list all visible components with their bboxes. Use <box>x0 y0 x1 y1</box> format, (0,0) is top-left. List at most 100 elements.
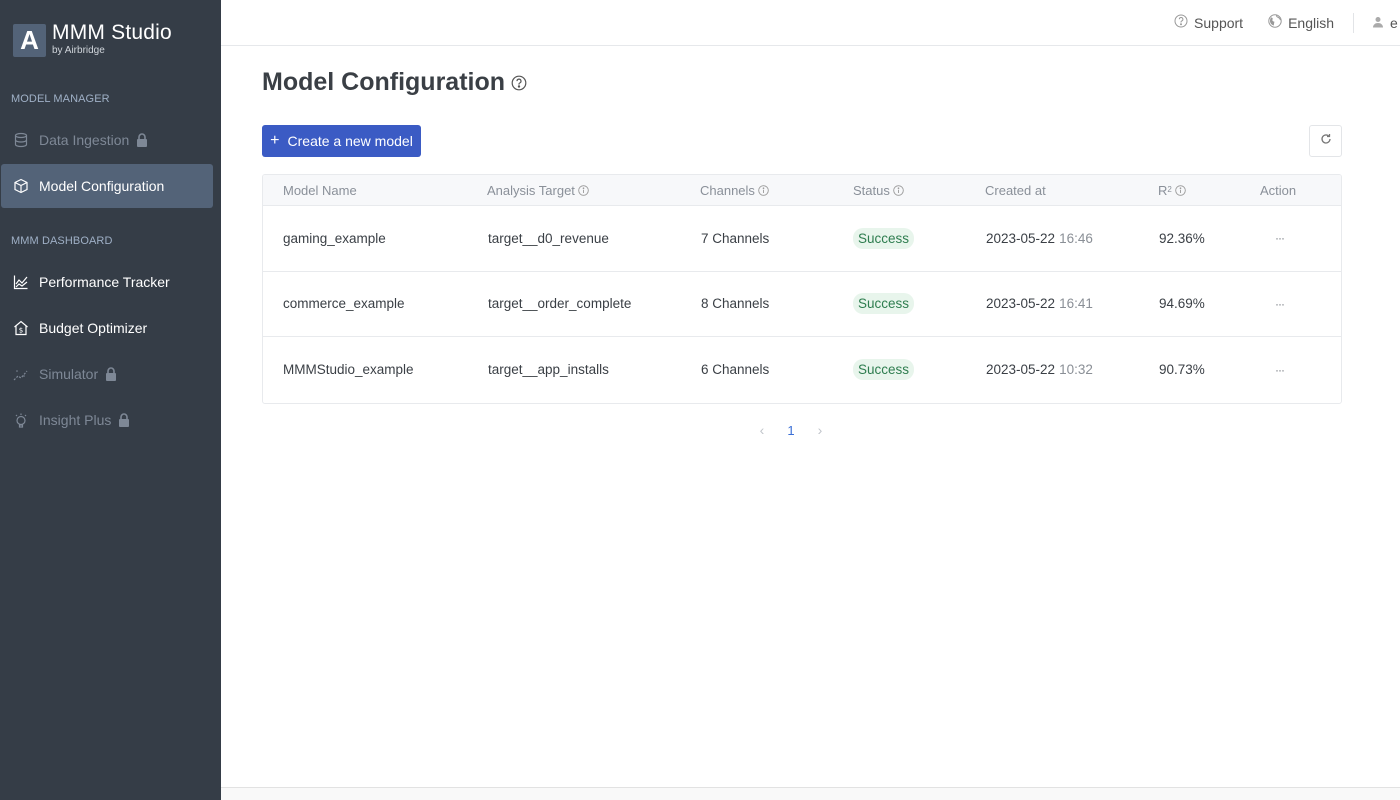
created-time: 16:46 <box>1059 230 1093 246</box>
cell-model-name: MMMStudio_example <box>283 362 414 378</box>
cube-icon <box>13 178 29 194</box>
next-page-button[interactable]: › <box>810 420 830 440</box>
budget-house-icon: $ <box>13 320 29 336</box>
database-icon <box>13 132 29 148</box>
column-label: Model Name <box>283 182 357 198</box>
top-bar: Support English e <box>221 0 1400 46</box>
section-label-mmm-dashboard: MMM DASHBOARD <box>11 235 113 247</box>
table-header: Model Name Analysis Target Channels Stat… <box>263 175 1341 206</box>
create-model-button[interactable]: + Create a new model <box>262 125 421 157</box>
lightbulb-icon <box>13 412 29 428</box>
lock-icon <box>136 133 148 147</box>
cell-analysis-target: target__d0_revenue <box>488 230 609 246</box>
cell-channels: 6 Channels <box>701 362 770 378</box>
status-badge: Success <box>853 359 915 381</box>
page-number-current[interactable]: 1 <box>772 423 810 438</box>
cell-model-name: commerce_example <box>283 296 405 312</box>
sidebar-item-model-configuration[interactable]: Model Configuration <box>1 164 213 208</box>
more-actions-icon[interactable]: ··· <box>1275 363 1285 377</box>
sidebar-item-label: Model Configuration <box>39 178 165 194</box>
cell-status: Success <box>853 206 915 271</box>
column-label: Channels <box>700 182 755 198</box>
cell-created-at: 2023-05-22 16:41 <box>986 272 1093 337</box>
cell-r2: 90.73% <box>1159 362 1205 378</box>
table-row[interactable]: MMMStudio_example target__app_installs 6… <box>263 337 1341 403</box>
prev-page-button[interactable]: ‹ <box>752 420 772 440</box>
more-actions-icon[interactable]: ··· <box>1275 297 1285 311</box>
sidebar-item-budget-optimizer[interactable]: $ Budget Optimizer <box>1 306 213 350</box>
info-icon[interactable] <box>893 184 904 196</box>
app-title: MMM Studio <box>52 21 172 44</box>
language-selector[interactable]: English <box>1268 14 1334 31</box>
column-header-model-name: Model Name <box>283 183 357 198</box>
sidebar-item-simulator[interactable]: Simulator <box>1 352 213 396</box>
refresh-button[interactable] <box>1309 125 1342 157</box>
created-date: 2023-05-22 <box>986 230 1056 246</box>
more-actions-icon[interactable]: ··· <box>1275 231 1285 245</box>
column-header-channels: Channels <box>700 183 769 198</box>
language-label: English <box>1288 14 1334 31</box>
cell-status: Success <box>853 337 915 403</box>
divider <box>1353 12 1354 33</box>
sidebar-item-label: Insight Plus <box>39 412 112 428</box>
globe-icon <box>1268 14 1288 31</box>
user-menu[interactable]: e <box>1372 15 1400 31</box>
table-row[interactable]: commerce_example target__order_complete … <box>263 272 1341 337</box>
refresh-icon <box>1320 132 1332 150</box>
create-model-label: Create a new model <box>287 133 413 149</box>
sidebar-item-insight-plus[interactable]: Insight Plus <box>1 398 213 442</box>
question-circle-icon <box>1174 14 1194 31</box>
column-header-action: Action <box>1260 183 1296 198</box>
column-header-created-at: Created at <box>985 183 1046 198</box>
sidebar-item-label: Performance Tracker <box>39 274 170 290</box>
sidebar-item-data-ingestion[interactable]: Data Ingestion <box>1 118 213 162</box>
sidebar-item-label: Simulator <box>39 366 99 382</box>
cell-channels: 8 Channels <box>701 296 770 312</box>
info-icon[interactable] <box>1175 184 1186 196</box>
created-date: 2023-05-22 <box>986 296 1056 312</box>
cell-analysis-target: target__order_complete <box>488 296 632 312</box>
app-logo[interactable]: A MMM Studio by Airbridge <box>13 21 172 57</box>
sidebar-item-label: Budget Optimizer <box>39 320 148 336</box>
column-label: Action <box>1260 182 1297 198</box>
cell-r2: 92.36% <box>1159 230 1205 246</box>
created-time: 16:41 <box>1059 296 1093 312</box>
table-row[interactable]: gaming_example target__d0_revenue 7 Chan… <box>263 206 1341 272</box>
column-label: Analysis Target <box>487 182 575 198</box>
support-label: Support <box>1194 14 1244 31</box>
column-label: Created at <box>985 182 1046 198</box>
cell-channels: 7 Channels <box>701 230 770 246</box>
cell-created-at: 2023-05-22 10:32 <box>986 337 1093 403</box>
page-title: Model Configuration <box>262 68 527 97</box>
user-label: e <box>1390 14 1398 31</box>
pagination: ‹ 1 › <box>752 420 830 440</box>
created-time: 10:32 <box>1059 362 1093 378</box>
lock-icon <box>118 413 130 427</box>
cell-action: ··· <box>1275 206 1285 271</box>
column-header-r2: R2 <box>1158 183 1186 198</box>
sidebar-item-performance-tracker[interactable]: Performance Tracker <box>1 260 213 304</box>
sidebar-item-label: Data Ingestion <box>39 132 130 148</box>
app-subtitle: by Airbridge <box>52 45 105 56</box>
cell-model-name: gaming_example <box>283 230 386 246</box>
user-icon <box>1372 15 1390 31</box>
plus-icon: + <box>270 132 280 149</box>
column-label: R <box>1158 182 1168 198</box>
logo-mark: A <box>13 23 46 57</box>
cell-action: ··· <box>1275 272 1285 337</box>
help-icon[interactable] <box>511 75 527 91</box>
cell-status: Success <box>853 272 915 337</box>
info-icon[interactable] <box>578 184 589 196</box>
section-label-model-manager: MODEL MANAGER <box>11 93 110 105</box>
support-link[interactable]: Support <box>1174 14 1243 31</box>
svg-text:$: $ <box>19 327 23 335</box>
page-title-text: Model Configuration <box>262 68 506 96</box>
cell-created-at: 2023-05-22 16:46 <box>986 206 1093 271</box>
sidebar: A MMM Studio by Airbridge MODEL MANAGER … <box>0 0 221 800</box>
info-icon[interactable] <box>758 184 769 196</box>
cell-action: ··· <box>1275 337 1285 403</box>
created-date: 2023-05-22 <box>986 362 1056 378</box>
column-header-analysis-target: Analysis Target <box>487 183 589 198</box>
status-badge: Success <box>853 227 915 249</box>
models-table: Model Name Analysis Target Channels Stat… <box>262 174 1342 404</box>
